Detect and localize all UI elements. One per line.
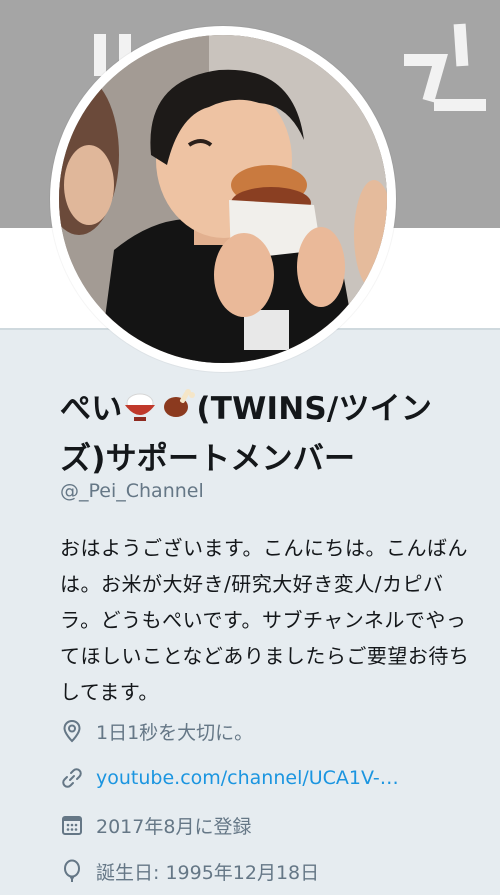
location-text: 1日1秒を大切に。 [96,721,254,744]
location-row: 1日1秒を大切に。 [60,715,253,747]
display-name-prefix: ぺい [60,391,123,427]
username: @_Pei_Channel [60,480,204,502]
display-name: ぺい (TWINS/ツインズ)サポートメンバー [60,384,470,484]
joined-text: 2017年8月に登録 [96,815,252,838]
avatar-illustration [59,35,387,363]
rice-bowl-icon [125,393,156,421]
calendar-icon [62,816,82,835]
joined-row: 2017年8月に登録 [60,809,251,841]
url-row[interactable]: youtube.com/channel/UCA1V-… [60,762,399,794]
meat-on-bone-icon [164,389,196,417]
link-icon [62,768,82,788]
birthday-text: 誕生日: 1995年12月18日 [96,861,320,884]
location-pin-icon [63,719,81,743]
profile-url-link[interactable]: youtube.com/channel/UCA1V-… [96,767,399,789]
profile-bio: おはようございます。こんにちは。こんばんは。お米が大好き/研究大好き変人/カピバ… [60,536,470,704]
profile-page: ぺい (TWINS/ツインズ)サポートメンバー @_Pei_Channel おはよ… [0,0,500,895]
birthday-row: 誕生日: 1995年12月18日 [60,855,319,887]
profile-avatar[interactable] [50,26,396,372]
avatar-photo [59,35,387,363]
balloon-icon [64,859,80,882]
